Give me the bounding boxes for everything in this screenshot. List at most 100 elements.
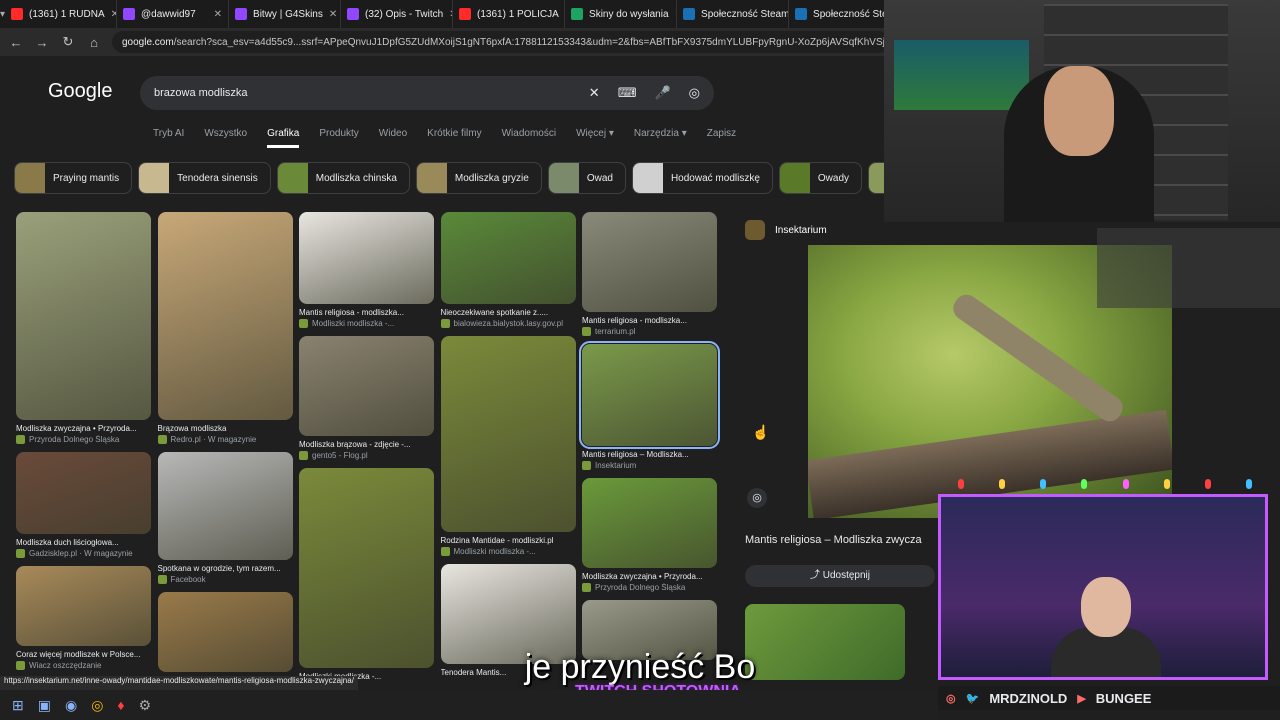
search-query[interactable]: brazowa modliszka <box>154 87 571 99</box>
result-source[interactable]: Insektarium <box>582 461 717 470</box>
image-result[interactable]: Mantis religiosa – Modliszka... Insektari… <box>579 341 720 470</box>
back-icon[interactable]: ← <box>8 35 24 50</box>
browser-tab[interactable]: Bitwy | G4Skins ✕ <box>229 0 342 28</box>
result-title[interactable]: Modliszka zwyczajna • Przyroda... <box>16 424 151 433</box>
image-result[interactable]: Modliszka zwyczajna • Przyroda... Przyrod… <box>582 478 717 592</box>
result-source[interactable]: terrarium.pl <box>582 327 717 336</box>
result-source[interactable]: Gadzisklep.pl · W magazynie <box>16 549 151 558</box>
search-tab[interactable]: Zapisz <box>707 128 736 148</box>
image-result[interactable]: Modliszka zwyczajna • Przyroda... Przyrod… <box>16 212 151 444</box>
result-thumbnail[interactable] <box>157 212 293 420</box>
image-result[interactable]: Modliszka brązowa - zdjęcie -... gento5 -… <box>299 336 434 460</box>
browser-tab[interactable]: (1361) 1 POLICJA✕ <box>453 0 566 28</box>
related-chip[interactable]: Owady <box>778 162 863 194</box>
result-source[interactable]: Wiacz oszczędzanie <box>16 661 151 670</box>
url-field[interactable]: google.com /search?sca_esv=a4d55c9...ssr… <box>112 31 890 53</box>
microphone-icon[interactable]: 🎤 <box>654 85 670 101</box>
result-title[interactable]: Modliszka zwyczajna • Przyroda... <box>582 572 717 581</box>
result-thumbnail[interactable] <box>299 468 434 668</box>
keyboard-icon[interactable]: ⌨ <box>618 85 637 101</box>
reload-icon[interactable]: ↻ <box>60 34 76 50</box>
result-thumbnail[interactable] <box>582 212 717 312</box>
image-result[interactable]: Modliszki modliszka -... <box>299 468 434 681</box>
search-tab[interactable]: Narzędzia ▾ <box>634 128 687 148</box>
image-result[interactable]: Mantis religiosa - modliszka... Modliszki… <box>299 212 434 328</box>
result-source[interactable]: gento5 - Flog.pl <box>299 451 434 460</box>
result-thumbnail[interactable] <box>157 452 293 560</box>
result-thumbnail[interactable] <box>440 212 576 304</box>
search-input[interactable]: brazowa modliszka ✕ ⌨ 🎤 ◎ <box>140 76 714 110</box>
lens-search-icon[interactable]: ◎ <box>747 488 767 508</box>
result-thumbnail[interactable] <box>582 478 717 568</box>
result-thumbnail[interactable] <box>157 592 293 672</box>
result-thumbnail[interactable] <box>299 336 434 436</box>
result-title[interactable]: Mantis religiosa – Modliszka... <box>582 450 717 459</box>
result-thumbnail[interactable] <box>16 452 151 534</box>
image-result[interactable]: Modliszka duch liściogłowa... Gadzisklep.… <box>16 452 151 558</box>
search-tab[interactable]: Krótkie filmy <box>427 128 481 148</box>
result-source[interactable]: Przyroda Dolnego Śląska <box>16 435 151 444</box>
search-tab[interactable]: Wiadomości <box>502 128 556 148</box>
app-icon[interactable]: ♦ <box>117 697 124 713</box>
preview-caption[interactable]: Mantis religiosa – Modliszka zwycza <box>745 534 922 546</box>
browser-tab[interactable]: Społeczność Steam✕ <box>677 0 790 28</box>
result-thumbnail[interactable] <box>299 212 434 304</box>
search-tab[interactable]: Wideo <box>379 128 407 148</box>
clear-icon[interactable]: ✕ <box>589 85 600 101</box>
close-icon[interactable]: ✕ <box>214 9 222 20</box>
result-title[interactable]: Modliszka duch liściogłowa... <box>16 538 151 547</box>
image-result[interactable]: Nieoczekiwane spotkanie z..... bialowieza… <box>440 212 576 328</box>
result-source[interactable]: Modliszki modliszka -... <box>440 547 576 556</box>
related-chip[interactable]: Owad <box>547 162 626 194</box>
browser-tab[interactable]: (32) Opis - Twitch✕ <box>341 0 454 28</box>
result-source[interactable]: Facebook <box>157 575 293 584</box>
result-thumbnail[interactable] <box>579 341 720 449</box>
forward-icon[interactable]: → <box>34 35 50 50</box>
file-explorer-icon[interactable]: ▣ <box>38 697 51 714</box>
search-tab[interactable]: Wszystko <box>204 128 247 148</box>
result-title[interactable]: Coraz więcej modliszek w Polsce... <box>16 650 151 659</box>
home-icon[interactable]: ⌂ <box>86 35 102 50</box>
result-source[interactable]: bialowieza.bialystok.lasy.gov.pl <box>440 319 576 328</box>
search-tab[interactable]: Produkty <box>319 128 358 148</box>
search-tab[interactable]: Tryb AI <box>153 128 184 148</box>
result-thumbnail[interactable] <box>16 212 151 420</box>
image-result[interactable]: Coraz więcej modliszek w Polsce... Wiacz … <box>16 566 151 670</box>
related-chip[interactable]: Praying mantis <box>14 162 133 194</box>
share-button[interactable]: ⤴ Udostępnij <box>745 565 935 587</box>
related-chip[interactable] <box>868 162 884 194</box>
search-tab[interactable]: Więcej ▾ <box>576 128 614 148</box>
related-chip[interactable]: Modliszka gryzie <box>415 162 542 194</box>
result-source[interactable]: Przyroda Dolnego Śląska <box>582 583 717 592</box>
result-title[interactable]: Spotkana w ogrodzie, tym razem... <box>158 564 293 573</box>
result-title[interactable]: Modliszka brązowa - zdjęcie -... <box>299 440 434 449</box>
chrome-icon[interactable]: ◎ <box>91 697 103 714</box>
result-title[interactable]: Brązowa modliszka <box>158 424 293 433</box>
result-source[interactable]: Redro.pl · W magazynie <box>157 435 293 444</box>
related-chip[interactable]: Hodować modliszkę <box>631 162 773 194</box>
image-result[interactable]: Rodzina Mantidae - modliszki.pl Modliszki… <box>440 336 576 556</box>
result-title[interactable]: Mantis religiosa - modliszka... <box>299 308 434 317</box>
image-result[interactable]: Mantis religiosa - modliszka... terrarium… <box>582 212 717 336</box>
edge-icon[interactable]: ◉ <box>65 697 77 714</box>
image-result[interactable]: Brązowa modliszka Redro.pl · W magazynie <box>157 212 293 444</box>
result-thumbnail[interactable] <box>16 566 151 646</box>
browser-tab[interactable]: Skiny do wysłania✕ <box>565 0 678 28</box>
close-icon[interactable]: ✕ <box>329 9 337 20</box>
preview-source[interactable]: Insektarium <box>745 220 827 240</box>
google-logo[interactable]: Google <box>48 80 113 103</box>
image-result[interactable]: Spotkana w ogrodzie, tym razem... Faceboo… <box>157 452 293 584</box>
related-chip[interactable]: Tenodera sinensis <box>138 162 271 194</box>
image-result[interactable] <box>157 592 293 672</box>
browser-tab[interactable]: @dawwid97 ✕ <box>117 0 230 28</box>
result-title[interactable]: Mantis religiosa - modliszka... <box>582 316 717 325</box>
result-title[interactable]: Rodzina Mantidae - modliszki.pl <box>441 536 576 545</box>
result-thumbnail[interactable] <box>440 336 576 532</box>
related-chip[interactable]: Modliszka chinska <box>276 162 410 194</box>
windows-start-icon[interactable]: ⊞ <box>12 697 24 714</box>
search-tab[interactable]: Grafika <box>267 128 300 148</box>
steam-icon[interactable]: ⚙ <box>139 697 152 714</box>
result-source[interactable]: Modliszki modliszka -... <box>299 319 434 328</box>
lens-icon[interactable]: ◎ <box>689 85 700 101</box>
browser-tab[interactable]: (1361) 1 RUDNA✕ <box>5 0 118 28</box>
